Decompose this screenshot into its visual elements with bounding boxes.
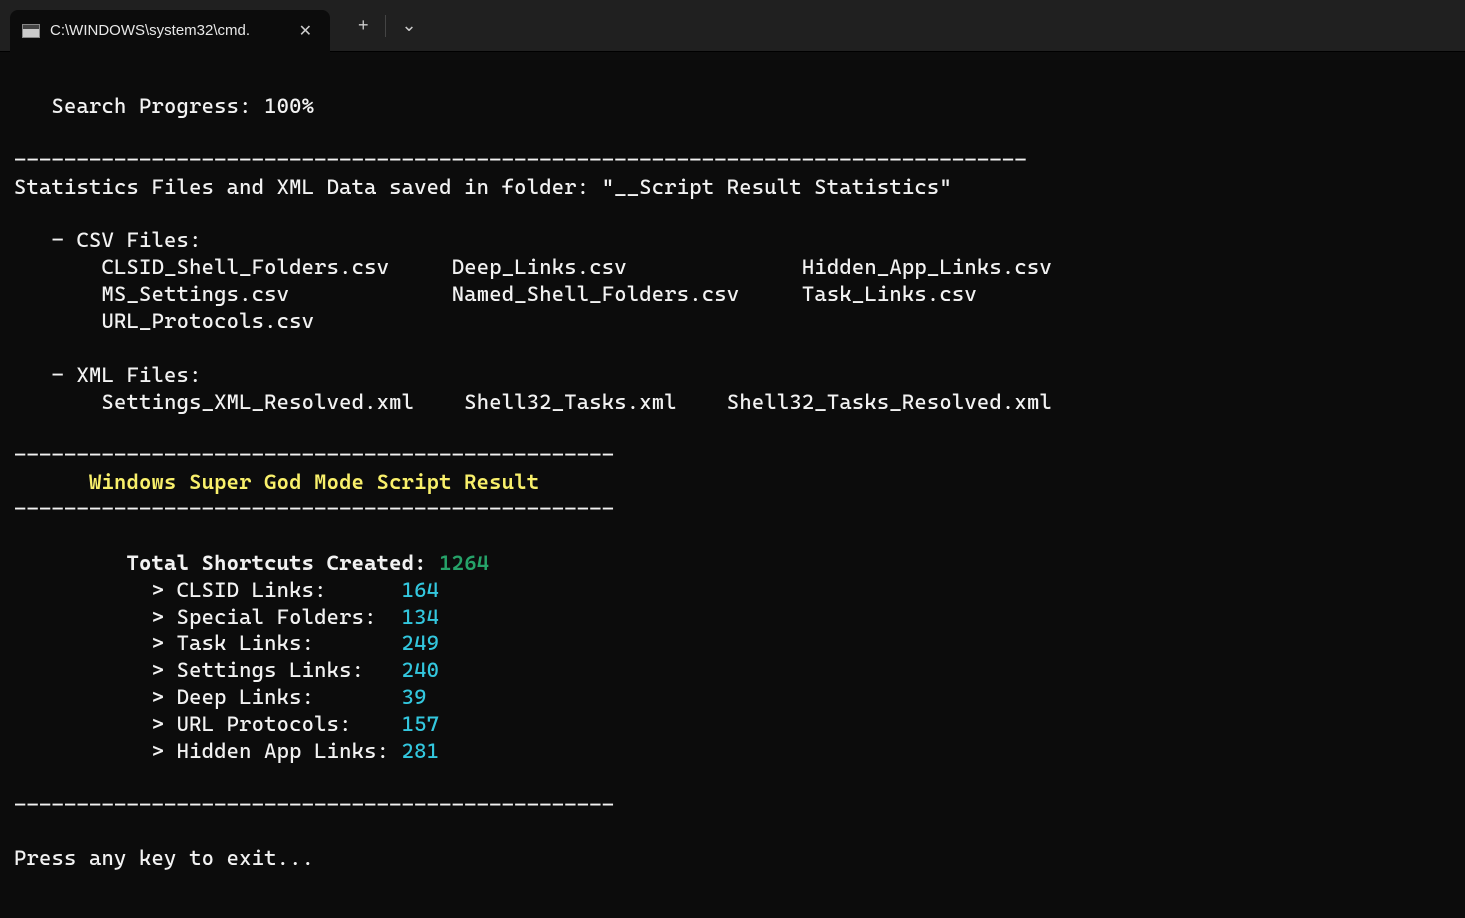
divider: ----------------------------------------… — [14, 148, 1027, 172]
csv-row: URL_Protocols.csv — [14, 309, 314, 333]
stat-row: > Hidden App Links: 281 — [14, 739, 439, 763]
divider: ----------------------------------------… — [14, 443, 614, 467]
tab-title: C:\WINDOWS\system32\cmd. — [50, 22, 250, 39]
new-tab-button[interactable]: + — [346, 9, 381, 42]
xml-files-header: - XML Files: — [14, 363, 202, 387]
divider — [385, 15, 386, 37]
csv-files-header: - CSV Files: — [14, 228, 202, 252]
titlebar: C:\WINDOWS\system32\cmd. ✕ + ⌄ — [0, 0, 1465, 52]
stat-row: > Special Folders: 134 — [14, 605, 439, 629]
close-icon[interactable]: ✕ — [293, 19, 318, 43]
divider: ----------------------------------------… — [14, 793, 614, 817]
csv-row: MS_Settings.csv Named_Shell_Folders.csv … — [14, 282, 977, 306]
stat-row: > Task Links: 249 — [14, 631, 439, 655]
stat-row: > Deep Links: 39 — [14, 685, 427, 709]
terminal-output[interactable]: Search Progress: 100% ------------------… — [0, 52, 1465, 886]
divider: ----------------------------------------… — [14, 497, 614, 521]
exit-prompt: Press any key to exit... — [14, 846, 314, 870]
stat-row: > Settings Links: 240 — [14, 658, 439, 682]
search-progress: Search Progress: 100% — [14, 94, 314, 118]
terminal-tab[interactable]: C:\WINDOWS\system32\cmd. ✕ — [10, 10, 330, 52]
stats-folder-line: Statistics Files and XML Data saved in f… — [14, 175, 952, 199]
total-shortcuts: Total Shortcuts Created: 1264 — [14, 551, 489, 575]
stat-row: > CLSID Links: 164 — [14, 578, 439, 602]
chevron-down-icon[interactable]: ⌄ — [390, 9, 429, 42]
titlebar-actions: + ⌄ — [346, 9, 429, 42]
stat-row: > URL Protocols: 157 — [14, 712, 439, 736]
csv-row: CLSID_Shell_Folders.csv Deep_Links.csv H… — [14, 255, 1052, 279]
xml-row: Settings_XML_Resolved.xml Shell32_Tasks.… — [14, 390, 1052, 414]
result-title: Windows Super God Mode Script Result — [14, 470, 539, 494]
cmd-icon — [22, 24, 40, 38]
